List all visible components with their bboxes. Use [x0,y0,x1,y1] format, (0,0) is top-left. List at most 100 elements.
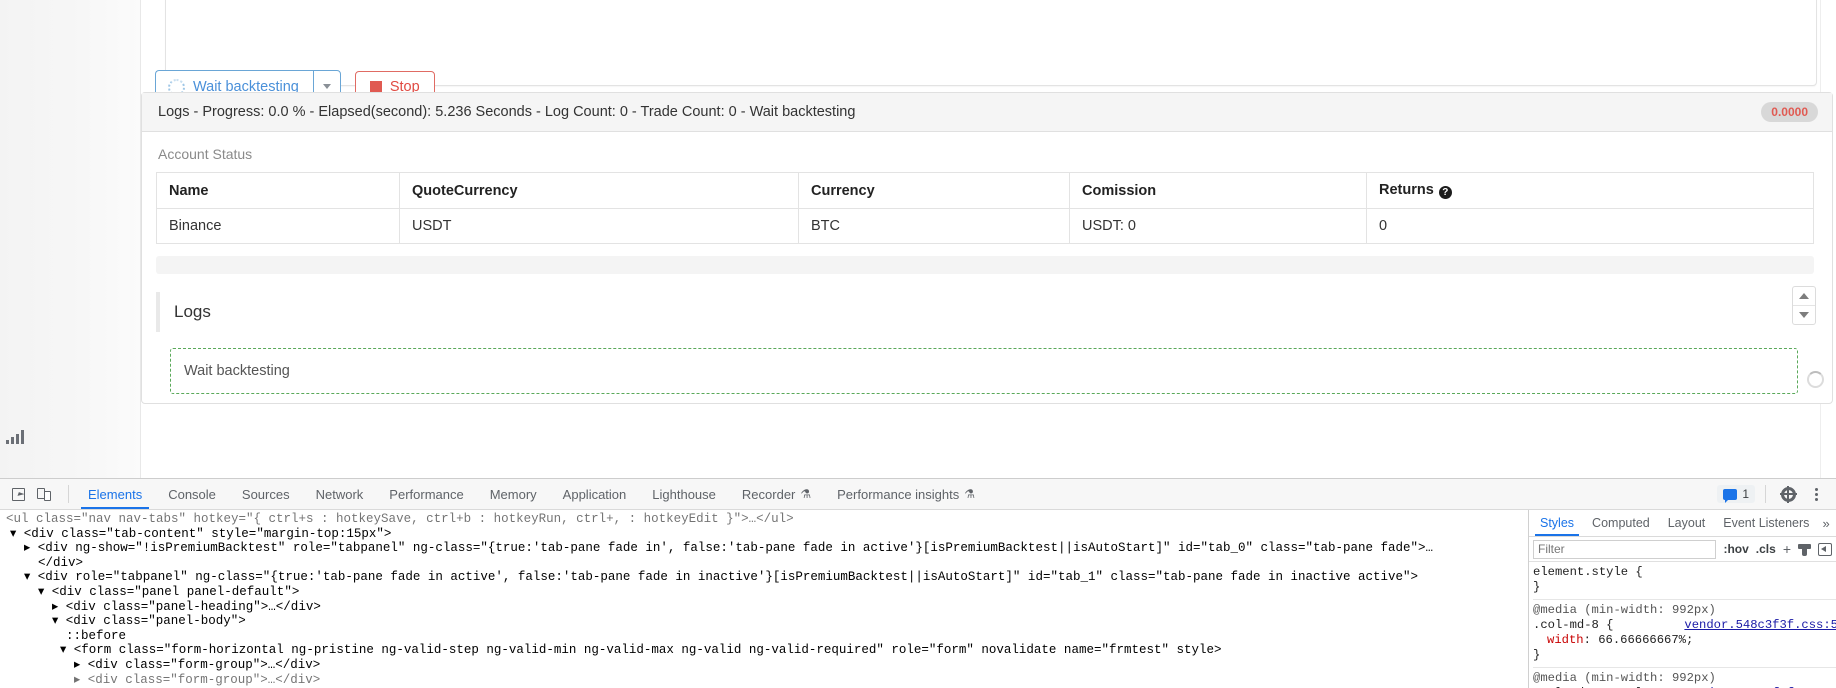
account-status-label: Account Status [158,146,253,162]
devtools-toolbar-right: 1 [1717,479,1828,509]
account-status-table: Name QuoteCurrency Currency Comission Re… [156,172,1814,244]
chevron-up-icon [1799,293,1809,299]
toolbar-divider [68,485,69,503]
inspect-element-icon[interactable] [6,482,30,506]
cell-name: Binance [156,208,400,244]
progress-bar [156,256,1814,274]
dom-line[interactable]: ▾ <div class="tab-content" style="margin… [0,527,1528,542]
logs-panel-body: Account Status Name QuoteCurrency Curren… [142,132,1832,394]
dom-tree-pane[interactable]: <ul class="nav nav-tabs" hotkey="{ ctrl+… [0,510,1529,688]
tab-elements-label: Elements [88,486,143,502]
more-options-button[interactable] [1804,482,1828,506]
dom-line[interactable]: </div> [0,556,1528,571]
declaration-property: width [1547,633,1584,647]
style-rule-source[interactable]: vendor.548c3f3f.css:5 [1684,618,1836,633]
tab-network[interactable]: Network [303,479,377,509]
styles-filter-input[interactable] [1533,539,1717,559]
dom-line[interactable]: ▸ <div class="form-group">…</div> [0,673,1528,688]
dom-line[interactable]: ▸ <div ng-show="!isPremiumBacktest" role… [0,541,1528,556]
class-toggle[interactable]: .cls [1756,542,1776,556]
dom-line[interactable]: ▾ <div role="tabpanel" ng-class="{true:'… [0,570,1528,585]
hover-state-toggle[interactable]: :hov [1723,542,1748,556]
tab-recorder-label: Recorder [741,486,796,502]
page-left-gutter [0,0,141,478]
styles-rules-list: element.style { } @media (min-width: 992… [1529,562,1836,688]
dom-line[interactable]: ▸ <div class="panel-heading">…</div> [0,600,1528,615]
gear-icon [1779,485,1797,503]
tab-event-listeners-label: Event Listeners [1723,515,1810,530]
dom-line[interactable]: ▾ <div class="panel panel-default"> [0,585,1528,600]
declaration-value: 66.66666667%; [1598,633,1694,647]
tab-memory[interactable]: Memory [477,479,550,509]
column-header-comission: Comission [1069,172,1367,209]
computed-styles-brush-icon[interactable] [1798,543,1811,556]
tab-performance[interactable]: Performance [376,479,476,509]
style-rule[interactable]: element.style { } [1533,565,1836,597]
styles-overflow-chevron-icon[interactable]: » [1818,516,1833,531]
table-header-row: Name QuoteCurrency Currency Comission Re… [156,172,1814,209]
tab-computed[interactable]: Computed [1583,511,1659,536]
kebab-menu-icon [1808,486,1824,502]
log-scroll-buttons[interactable] [1792,286,1816,325]
devtools-content: <ul class="nav nav-tabs" hotkey="{ ctrl+… [0,510,1836,688]
dom-line[interactable]: ::before [0,629,1528,644]
tab-sources-label: Sources [241,486,290,502]
styles-filter-bar: :hov .cls + [1529,537,1836,562]
returns-badge: 0.0000 [1761,102,1818,122]
experimental-flask-icon: ⚗ [964,487,976,501]
message-icon [1723,488,1738,503]
tab-sources[interactable]: Sources [229,479,303,509]
tab-console[interactable]: Console [155,479,229,509]
dom-line[interactable]: <ul class="nav nav-tabs" hotkey="{ ctrl+… [0,512,1528,527]
cell-returns: 0 [1366,208,1814,244]
new-style-rule-button[interactable]: + [1783,541,1791,557]
tab-elements[interactable]: Elements [75,479,155,509]
style-rule[interactable]: @media (min-width: 992px) .col-md-8 { ve… [1533,599,1836,665]
declaration-colon: : [1583,633,1599,647]
column-header-currency: Currency [798,172,1070,209]
logs-section-header: Logs [156,286,1818,332]
devtools-toolbar: Elements Console Sources Network Perform… [0,479,1836,510]
message-count-button[interactable]: 1 [1717,485,1755,503]
tab-lighthouse[interactable]: Lighthouse [639,479,729,509]
devtools-left-icons [0,482,62,506]
logs-panel: Logs - Progress: 0.0 % - Elapsed(second)… [141,92,1833,404]
devtools-tab-list: Elements Console Sources Network Perform… [75,479,988,509]
logs-panel-header-title: Logs - Progress: 0.0 % - Elapsed(second)… [158,104,856,120]
dom-line[interactable]: ▸ <div class="form-group">…</div> [0,658,1528,673]
column-header-name: Name [156,172,400,209]
tab-styles-label: Styles [1540,515,1575,530]
log-entry-box: Wait backtesting [170,348,1798,394]
tab-lighthouse-label: Lighthouse [652,486,716,502]
style-rule-media: @media (min-width: 992px) [1533,671,1716,685]
tab-event-listeners[interactable]: Event Listeners [1714,511,1818,536]
web-app-viewport: Wait backtesting Stop Logs - Progress: 0… [0,0,1836,478]
tab-layout-label: Layout [1667,515,1706,530]
tab-recorder[interactable]: Recorder ⚗ [729,479,824,509]
loading-indicator-icon [1807,371,1824,388]
dom-line[interactable]: ▾ <div class="panel-body"> [0,614,1528,629]
tab-performance-insights[interactable]: Performance insights ⚗ [824,479,988,509]
devtools-panel: Elements Console Sources Network Perform… [0,478,1836,688]
style-rule[interactable]: @media (min-width: 992px) .col-md-1, .co… [1533,667,1836,688]
help-circle-icon[interactable]: ? [1438,186,1452,199]
settings-button[interactable] [1776,482,1800,506]
column-header-quotecurrency: QuoteCurrency [399,172,799,209]
scroll-down-button[interactable] [1793,305,1815,324]
table-row: Binance USDT BTC USDT: 0 0 [156,208,1814,244]
style-declaration[interactable]: width: 66.66666667%; [1533,633,1836,648]
dom-line[interactable]: ▾ <form class="form-horizontal ng-pristi… [0,643,1528,658]
toggle-sidebar-icon[interactable] [1818,542,1832,556]
styles-pane: Styles Computed Layout Event Listeners »… [1529,510,1836,688]
tab-styles[interactable]: Styles [1531,511,1583,536]
logs-panel-header: Logs - Progress: 0.0 % - Elapsed(second)… [142,93,1832,132]
styles-tab-list: Styles Computed Layout Event Listeners » [1529,510,1836,537]
scroll-up-button[interactable] [1793,287,1815,305]
logs-section-title: Logs [174,302,211,321]
tab-console-label: Console [168,486,216,502]
cell-comission: USDT: 0 [1069,208,1367,244]
device-toolbar-icon[interactable] [32,482,56,506]
tab-performance-label: Performance [389,486,464,502]
tab-application[interactable]: Application [550,479,640,509]
tab-layout[interactable]: Layout [1659,511,1715,536]
